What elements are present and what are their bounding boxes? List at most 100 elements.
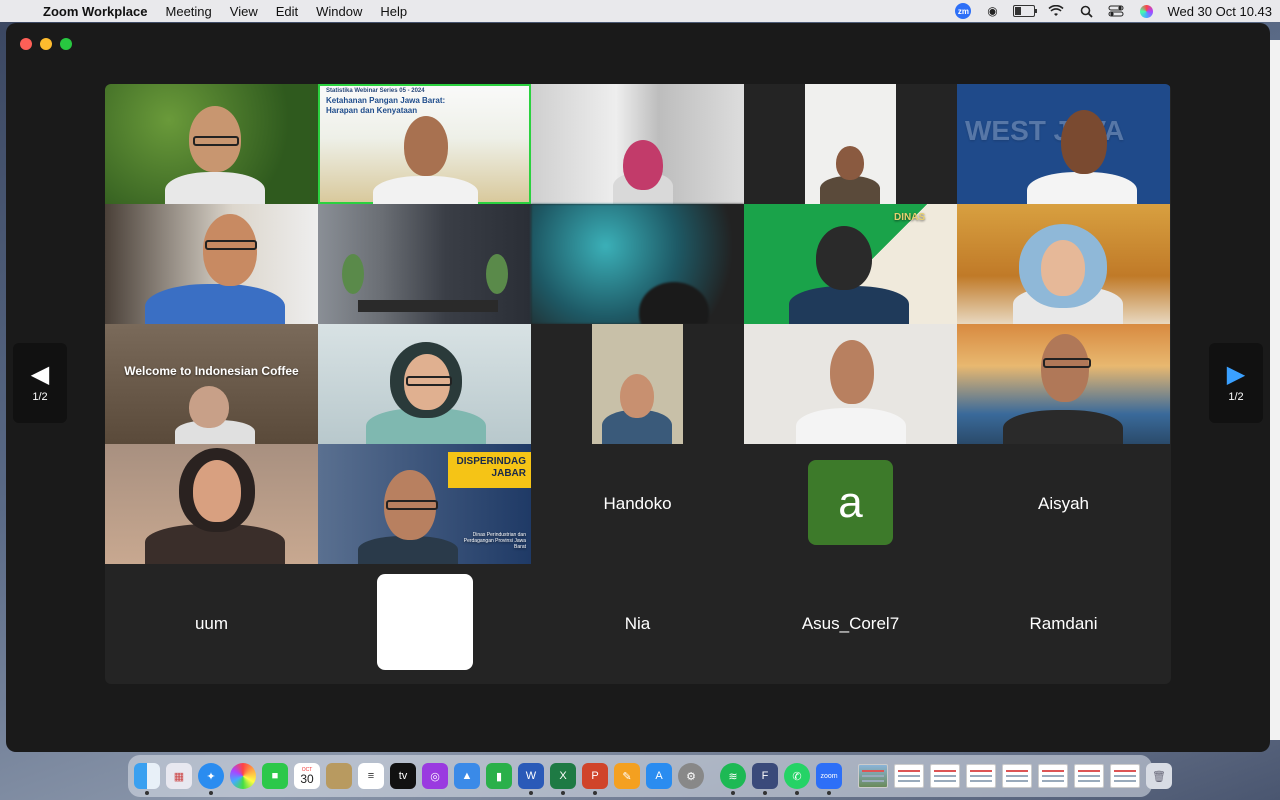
menu-bar: Zoom Workplace Meeting View Edit Window … [0, 0, 1280, 22]
podcasts-icon[interactable]: ◎ [422, 763, 448, 789]
trash-icon[interactable]: 🗑 [1146, 763, 1172, 789]
video-tile[interactable] [744, 324, 957, 444]
participant-tile-no-video[interactable]: Aisyah [957, 444, 1170, 564]
preview-icon[interactable]: F [752, 763, 778, 795]
video-tile[interactable]: DISPERINDAG JABAR Dinas Perindustrian da… [318, 444, 531, 564]
safari-icon[interactable]: ✦ [198, 763, 224, 795]
window-fullscreen-button[interactable] [60, 38, 72, 50]
video-tile[interactable] [957, 204, 1170, 324]
system-settings-icon[interactable]: ⚙ [678, 763, 704, 789]
participant-name: Aisyah [1037, 494, 1090, 513]
participant-tile-no-video[interactable]: Handoko [531, 444, 744, 564]
previous-page-button[interactable]: ◀ 1/2 [13, 343, 67, 423]
participant-body [165, 172, 265, 204]
photos-icon[interactable] [230, 763, 256, 789]
battery-icon[interactable] [1013, 5, 1038, 17]
minimized-window-thumbnail[interactable] [1038, 764, 1068, 788]
finder-icon[interactable] [134, 763, 160, 795]
participant-body [1003, 410, 1123, 444]
facetime-icon[interactable]: ■ [262, 763, 288, 789]
arrow-right-icon: ▶ [1226, 361, 1246, 388]
video-tile[interactable] [318, 204, 531, 324]
keynote-icon[interactable]: ▲ [454, 763, 480, 789]
reminders-icon[interactable]: ≡ [358, 763, 384, 789]
word-icon[interactable]: W [518, 763, 544, 795]
minimized-window-thumbnail[interactable] [1074, 764, 1104, 788]
participant-tile-no-video[interactable]: uum [105, 564, 318, 684]
siri-icon[interactable] [1137, 4, 1155, 18]
participant-tile-profile-picture[interactable] [318, 564, 531, 684]
participant-tile-no-video[interactable]: Ramdani [957, 564, 1170, 684]
video-tile[interactable]: WEST JAVA [957, 84, 1170, 204]
menu-view[interactable]: View [221, 4, 267, 19]
powerpoint-icon[interactable]: P [582, 763, 608, 795]
calendar-day: 30 [300, 771, 314, 786]
screen-share-icon[interactable]: ◉ [983, 4, 1001, 18]
control-center-icon[interactable] [1107, 4, 1125, 18]
video-tile[interactable]: Welcome to Indonesian Coffee [105, 324, 318, 444]
window-close-button[interactable] [20, 38, 32, 50]
minimized-window-thumbnail[interactable] [1002, 764, 1032, 788]
menu-meeting[interactable]: Meeting [157, 4, 221, 19]
next-page-button[interactable]: ▶ 1/2 [1209, 343, 1263, 423]
participant-name: uum [194, 614, 229, 633]
excel-icon[interactable]: X [550, 763, 576, 795]
zoom-meeting-window: ◀ 1/2 ▶ 1/2 Statistika Webinar Series 05… [6, 23, 1270, 752]
participant-tile-no-video[interactable]: Nia [531, 564, 744, 684]
participant-body [145, 284, 285, 324]
participant-tile-avatar[interactable]: a [744, 444, 957, 564]
menu-edit[interactable]: Edit [267, 4, 307, 19]
app-store-icon[interactable]: A [646, 763, 672, 789]
whatsapp-icon[interactable]: ✆ [784, 763, 810, 795]
arrow-left-icon: ◀ [30, 361, 50, 388]
video-tile[interactable] [105, 444, 318, 564]
participant-head [836, 146, 864, 180]
video-tile[interactable] [531, 84, 744, 204]
menu-app-name[interactable]: Zoom Workplace [34, 4, 157, 19]
launchpad-icon[interactable]: ▦ [166, 763, 192, 789]
menu-window[interactable]: Window [307, 4, 371, 19]
minimized-window-thumbnail[interactable] [1110, 764, 1140, 788]
spotlight-search-icon[interactable] [1077, 4, 1095, 18]
numbers-icon[interactable]: ▮ [486, 763, 512, 789]
minimized-window-thumbnail[interactable] [966, 764, 996, 788]
participant-head [830, 340, 874, 404]
zoom-app-icon[interactable]: zoom [816, 763, 842, 795]
apple-tv-icon[interactable]: tv [390, 763, 416, 789]
video-frame [592, 324, 683, 444]
minimized-window-thumbnail[interactable] [858, 764, 888, 788]
video-tile[interactable]: DINAS [744, 204, 957, 324]
menu-help[interactable]: Help [371, 4, 416, 19]
dock: ▦ ✦ ■ OCT 30 ≡ tv ◎ ▲ ▮ W X P ✎ A ⚙ ≋ F … [128, 755, 1172, 797]
zoom-status-icon[interactable]: zm [955, 3, 972, 19]
calendar-icon[interactable]: OCT 30 [294, 763, 320, 789]
video-tile[interactable] [105, 204, 318, 324]
video-tile[interactable] [531, 204, 744, 324]
notes-archive-icon[interactable] [326, 763, 352, 789]
participant-head [639, 282, 709, 324]
spotify-icon[interactable]: ≋ [720, 763, 746, 795]
participant-head [189, 386, 229, 428]
virtual-background-text: DINAS [894, 212, 926, 223]
participant-name: Handoko [603, 494, 672, 513]
video-tile[interactable] [318, 324, 531, 444]
video-tile-active-speaker[interactable]: Statistika Webinar Series 05 - 2024 Keta… [318, 84, 531, 204]
menu-clock[interactable]: Wed 30 Oct 10.43 [1167, 4, 1272, 19]
participant-head [203, 214, 257, 286]
pages-icon[interactable]: ✎ [614, 763, 640, 789]
glasses-icon [386, 500, 438, 510]
gallery-view-grid: Statistika Webinar Series 05 - 2024 Keta… [105, 84, 1171, 684]
video-tile[interactable] [744, 84, 957, 204]
video-tile[interactable] [531, 324, 744, 444]
window-minimize-button[interactable] [40, 38, 52, 50]
video-tile[interactable] [105, 84, 318, 204]
plant-shape [342, 254, 364, 294]
video-frame [805, 84, 896, 204]
video-tile[interactable] [957, 324, 1170, 444]
participant-body [373, 176, 478, 204]
wifi-icon[interactable] [1047, 4, 1065, 18]
participant-name: Nia [624, 614, 651, 633]
minimized-window-thumbnail[interactable] [894, 764, 924, 788]
participant-tile-no-video[interactable]: Asus_Corel7 [744, 564, 957, 684]
minimized-window-thumbnail[interactable] [930, 764, 960, 788]
